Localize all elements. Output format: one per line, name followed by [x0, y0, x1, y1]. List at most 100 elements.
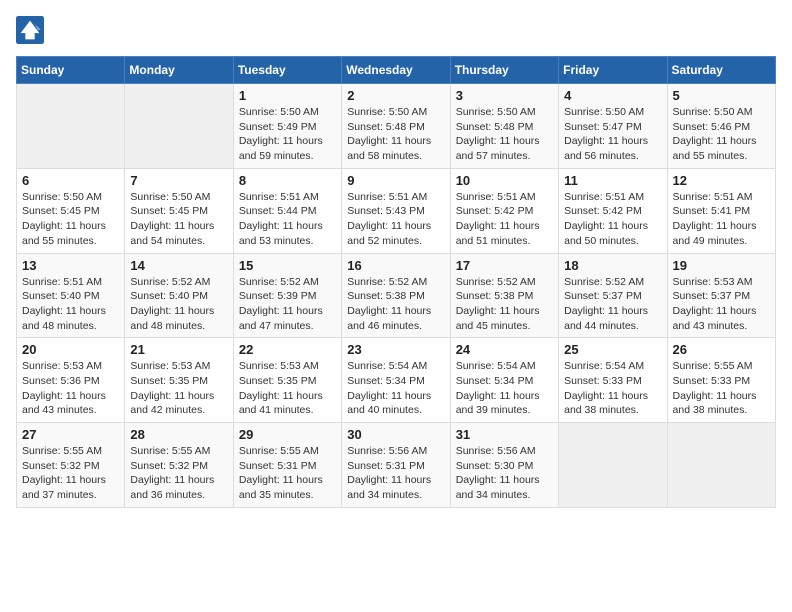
- calendar-cell: [559, 423, 667, 508]
- day-info: Sunrise: 5:51 AM Sunset: 5:43 PM Dayligh…: [347, 190, 444, 249]
- day-number: 28: [130, 427, 227, 442]
- day-info: Sunrise: 5:54 AM Sunset: 5:34 PM Dayligh…: [347, 359, 444, 418]
- calendar-cell: 24 Sunrise: 5:54 AM Sunset: 5:34 PM Dayli…: [450, 338, 558, 423]
- day-number: 11: [564, 173, 661, 188]
- weekday-header: Thursday: [450, 57, 558, 84]
- calendar-cell: 12Sunrise: 5:51 AM Sunset: 5:41 PM Dayli…: [667, 168, 775, 253]
- day-number: 14: [130, 258, 227, 273]
- day-number: 12: [673, 173, 770, 188]
- weekday-header: Tuesday: [233, 57, 341, 84]
- logo: [16, 16, 48, 44]
- calendar-cell: 22 Sunrise: 5:53 AM Sunset: 5:35 PM Dayli…: [233, 338, 341, 423]
- calendar-cell: 5Sunrise: 5:50 AM Sunset: 5:46 PM Daylig…: [667, 84, 775, 169]
- calendar-week-row: 6 Sunrise: 5:50 AM Sunset: 5:45 PM Daylig…: [17, 168, 776, 253]
- calendar-cell: 18 Sunrise: 5:52 AM Sunset: 5:37 PM Dayli…: [559, 253, 667, 338]
- day-info: Sunrise: 5:55 AM Sunset: 5:32 PM Dayligh…: [130, 444, 227, 503]
- calendar-cell: 15 Sunrise: 5:52 AM Sunset: 5:39 PM Dayli…: [233, 253, 341, 338]
- day-info: Sunrise: 5:50 AM Sunset: 5:45 PM Dayligh…: [130, 190, 227, 249]
- calendar-cell: 2 Sunrise: 5:50 AM Sunset: 5:48 PM Daylig…: [342, 84, 450, 169]
- day-number: 27: [22, 427, 119, 442]
- weekday-header: Saturday: [667, 57, 775, 84]
- day-number: 10: [456, 173, 553, 188]
- day-number: 20: [22, 342, 119, 357]
- calendar-cell: 11Sunrise: 5:51 AM Sunset: 5:42 PM Dayli…: [559, 168, 667, 253]
- day-number: 22: [239, 342, 336, 357]
- day-info: Sunrise: 5:56 AM Sunset: 5:31 PM Dayligh…: [347, 444, 444, 503]
- calendar-cell: 30Sunrise: 5:56 AM Sunset: 5:31 PM Dayli…: [342, 423, 450, 508]
- calendar-cell: 20 Sunrise: 5:53 AM Sunset: 5:36 PM Dayli…: [17, 338, 125, 423]
- day-info: Sunrise: 5:54 AM Sunset: 5:33 PM Dayligh…: [564, 359, 661, 418]
- day-number: 19: [673, 258, 770, 273]
- day-info: Sunrise: 5:51 AM Sunset: 5:42 PM Dayligh…: [456, 190, 553, 249]
- calendar-cell: 23 Sunrise: 5:54 AM Sunset: 5:34 PM Dayli…: [342, 338, 450, 423]
- day-number: 16: [347, 258, 444, 273]
- day-number: 17: [456, 258, 553, 273]
- day-number: 4: [564, 88, 661, 103]
- day-info: Sunrise: 5:52 AM Sunset: 5:38 PM Dayligh…: [456, 275, 553, 334]
- calendar-cell: 28 Sunrise: 5:55 AM Sunset: 5:32 PM Dayli…: [125, 423, 233, 508]
- day-info: Sunrise: 5:52 AM Sunset: 5:37 PM Dayligh…: [564, 275, 661, 334]
- day-number: 7: [130, 173, 227, 188]
- day-number: 29: [239, 427, 336, 442]
- calendar-cell: 8 Sunrise: 5:51 AM Sunset: 5:44 PM Daylig…: [233, 168, 341, 253]
- calendar-cell: 29 Sunrise: 5:55 AM Sunset: 5:31 PM Dayli…: [233, 423, 341, 508]
- day-number: 23: [347, 342, 444, 357]
- day-number: 31: [456, 427, 553, 442]
- calendar-cell: 4 Sunrise: 5:50 AM Sunset: 5:47 PM Daylig…: [559, 84, 667, 169]
- calendar-cell: 1 Sunrise: 5:50 AM Sunset: 5:49 PM Daylig…: [233, 84, 341, 169]
- calendar-cell: 10 Sunrise: 5:51 AM Sunset: 5:42 PM Dayli…: [450, 168, 558, 253]
- weekday-header: Wednesday: [342, 57, 450, 84]
- calendar-cell: 13Sunrise: 5:51 AM Sunset: 5:40 PM Dayli…: [17, 253, 125, 338]
- day-info: Sunrise: 5:52 AM Sunset: 5:40 PM Dayligh…: [130, 275, 227, 334]
- calendar-header-row: SundayMondayTuesdayWednesdayThursdayFrid…: [17, 57, 776, 84]
- day-info: Sunrise: 5:52 AM Sunset: 5:38 PM Dayligh…: [347, 275, 444, 334]
- day-info: Sunrise: 5:50 AM Sunset: 5:45 PM Dayligh…: [22, 190, 119, 249]
- day-info: Sunrise: 5:53 AM Sunset: 5:35 PM Dayligh…: [239, 359, 336, 418]
- calendar-cell: 6 Sunrise: 5:50 AM Sunset: 5:45 PM Daylig…: [17, 168, 125, 253]
- day-info: Sunrise: 5:50 AM Sunset: 5:49 PM Dayligh…: [239, 105, 336, 164]
- calendar-cell: 21Sunrise: 5:53 AM Sunset: 5:35 PM Dayli…: [125, 338, 233, 423]
- day-number: 3: [456, 88, 553, 103]
- calendar-cell: [17, 84, 125, 169]
- day-number: 18: [564, 258, 661, 273]
- day-info: Sunrise: 5:52 AM Sunset: 5:39 PM Dayligh…: [239, 275, 336, 334]
- day-number: 24: [456, 342, 553, 357]
- day-info: Sunrise: 5:53 AM Sunset: 5:35 PM Dayligh…: [130, 359, 227, 418]
- day-info: Sunrise: 5:50 AM Sunset: 5:48 PM Dayligh…: [347, 105, 444, 164]
- weekday-header: Monday: [125, 57, 233, 84]
- calendar-cell: 25 Sunrise: 5:54 AM Sunset: 5:33 PM Dayli…: [559, 338, 667, 423]
- day-info: Sunrise: 5:53 AM Sunset: 5:37 PM Dayligh…: [673, 275, 770, 334]
- calendar-cell: [125, 84, 233, 169]
- calendar-cell: 3 Sunrise: 5:50 AM Sunset: 5:48 PM Daylig…: [450, 84, 558, 169]
- day-number: 15: [239, 258, 336, 273]
- day-number: 6: [22, 173, 119, 188]
- day-info: Sunrise: 5:53 AM Sunset: 5:36 PM Dayligh…: [22, 359, 119, 418]
- weekday-header: Friday: [559, 57, 667, 84]
- day-number: 26: [673, 342, 770, 357]
- day-info: Sunrise: 5:56 AM Sunset: 5:30 PM Dayligh…: [456, 444, 553, 503]
- page-header: [16, 16, 776, 44]
- day-number: 25: [564, 342, 661, 357]
- day-info: Sunrise: 5:54 AM Sunset: 5:34 PM Dayligh…: [456, 359, 553, 418]
- day-info: Sunrise: 5:51 AM Sunset: 5:44 PM Dayligh…: [239, 190, 336, 249]
- day-info: Sunrise: 5:50 AM Sunset: 5:48 PM Dayligh…: [456, 105, 553, 164]
- calendar-cell: 16 Sunrise: 5:52 AM Sunset: 5:38 PM Dayli…: [342, 253, 450, 338]
- day-number: 1: [239, 88, 336, 103]
- day-number: 13: [22, 258, 119, 273]
- day-info: Sunrise: 5:55 AM Sunset: 5:31 PM Dayligh…: [239, 444, 336, 503]
- calendar-cell: 26Sunrise: 5:55 AM Sunset: 5:33 PM Dayli…: [667, 338, 775, 423]
- day-info: Sunrise: 5:50 AM Sunset: 5:47 PM Dayligh…: [564, 105, 661, 164]
- logo-icon: [16, 16, 44, 44]
- calendar-cell: [667, 423, 775, 508]
- day-number: 8: [239, 173, 336, 188]
- calendar-week-row: 1 Sunrise: 5:50 AM Sunset: 5:49 PM Daylig…: [17, 84, 776, 169]
- day-number: 9: [347, 173, 444, 188]
- calendar-table: SundayMondayTuesdayWednesdayThursdayFrid…: [16, 56, 776, 508]
- calendar-cell: 7 Sunrise: 5:50 AM Sunset: 5:45 PM Daylig…: [125, 168, 233, 253]
- day-number: 2: [347, 88, 444, 103]
- weekday-header: Sunday: [17, 57, 125, 84]
- day-number: 5: [673, 88, 770, 103]
- calendar-week-row: 27 Sunrise: 5:55 AM Sunset: 5:32 PM Dayli…: [17, 423, 776, 508]
- calendar-cell: 17 Sunrise: 5:52 AM Sunset: 5:38 PM Dayli…: [450, 253, 558, 338]
- calendar-cell: 19 Sunrise: 5:53 AM Sunset: 5:37 PM Dayli…: [667, 253, 775, 338]
